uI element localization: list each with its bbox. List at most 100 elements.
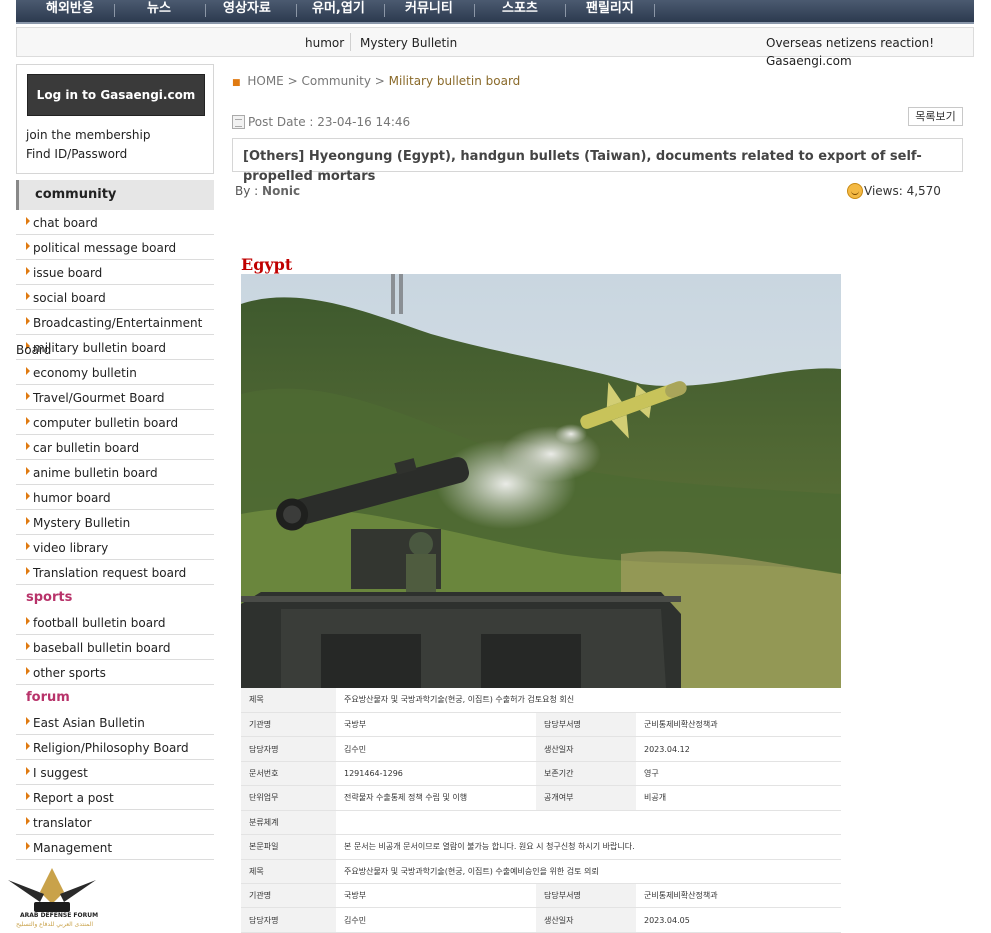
join-membership-link[interactable]: join the membership <box>26 128 150 142</box>
table-label-cell: 생산일자 <box>536 736 636 762</box>
sidebar-item-i-suggest[interactable]: I suggest <box>16 760 214 785</box>
find-id-password-link[interactable]: Find ID/Password <box>26 147 127 161</box>
view-count-text: Views: 4,570 <box>864 184 941 198</box>
logo-text: ARAB DEFENSE FORUM <box>20 912 99 919</box>
top-nav-bar: 해외반응 뉴스 영상자료 유머,엽기 커뮤니티 스포츠 팬릴리지 <box>16 0 974 24</box>
table-value-cell: 국방부 <box>336 883 536 909</box>
nav-separator <box>474 4 475 17</box>
sidebar-item-east-asian-bulletin[interactable]: East Asian Bulletin <box>16 710 214 735</box>
breadcrumb-bullet-icon: ■ <box>232 78 241 88</box>
sidebar-item-social-board[interactable]: social board <box>16 285 214 310</box>
table-value-cell: 2023.04.05 <box>636 907 841 933</box>
sidebar-item-translation-request-board[interactable]: Translation request board <box>16 560 214 585</box>
arab-defense-forum-logo: ARAB DEFENSE FORUM المنتدى العربي للدفاع… <box>4 862 100 932</box>
sub-nav-bar: humor Mystery Bulletin Overseas netizens… <box>16 27 974 68</box>
document-info-table: 제목 주요방산물자 및 국방과학기술(현궁, 이집트) 수출허가 검토요청 회신 기… <box>241 688 841 933</box>
post-title: [Others] Hyeongung (Egypt), handgun bull… <box>243 149 922 184</box>
sidebar-item-chat-board[interactable]: chat board <box>16 210 214 235</box>
table-row: 담당자명 김수민 생산일자 2023.04.12 <box>241 736 841 762</box>
table-row: 기관명 국방부 담당부서명 군비통제비확산정책과 <box>241 883 841 909</box>
table-row: 담당자명 김수민 생산일자 2023.04.05 <box>241 907 841 933</box>
table-label-cell: 생산일자 <box>536 907 636 933</box>
subnav-link-mystery[interactable]: Mystery Bulletin <box>360 36 457 50</box>
table-label-cell: 제목 <box>241 688 336 713</box>
sidebar-item-baseball-bulletin-board[interactable]: baseball bulletin board <box>16 635 214 660</box>
nav-item-fan-village[interactable]: 팬릴리지 <box>586 0 634 18</box>
nav-item-video[interactable]: 영상자료 <box>223 0 271 18</box>
sidebar-section-sports: sports <box>26 590 73 605</box>
nav-separator <box>114 4 115 17</box>
sidebar-item-car-bulletin-board[interactable]: car bulletin board <box>16 435 214 460</box>
nav-item-sports[interactable]: 스포츠 <box>502 0 538 18</box>
table-value-cell: 김수민 <box>336 907 536 933</box>
nav-separator <box>205 4 206 17</box>
sidebar-item-anime-bulletin-board[interactable]: anime bulletin board <box>16 460 214 485</box>
login-box: Log in to Gasaengi.com join the membersh… <box>16 64 214 174</box>
nav-separator <box>565 4 566 17</box>
sidebar-item-management[interactable]: Management <box>16 835 214 860</box>
sidebar-item-travel-gourmet-board[interactable]: Travel/Gourmet Board <box>16 385 214 410</box>
subnav-site-name: Gasaengi.com <box>766 54 852 68</box>
table-value-cell: 군비통제비확산정책과 <box>636 712 841 738</box>
sidebar-item-issue-board[interactable]: issue board <box>16 260 214 285</box>
nav-item-humor[interactable]: 유머,엽기 <box>312 0 365 18</box>
nav-item-news[interactable]: 뉴스 <box>147 0 171 18</box>
table-value-cell: 김수민 <box>336 736 536 762</box>
breadcrumb-separator: > <box>374 74 385 88</box>
table-value-cell: 주요방산물자 및 국방과학기술(현궁, 이집트) 수출예비승인을 위한 검토 의… <box>336 859 841 885</box>
subnav-link-humor[interactable]: humor <box>305 36 344 50</box>
sidebar-item-economy-bulletin[interactable]: economy bulletin <box>16 360 214 385</box>
table-row: 본문파일 본 문서는 비공개 문서이므로 열람이 불가능 합니다. 원요 시 청구… <box>241 834 841 860</box>
table-label-cell: 기관명 <box>241 712 336 738</box>
sidebar-item-computer-bulletin-board[interactable]: computer bulletin board <box>16 410 214 435</box>
breadcrumb-community[interactable]: Community <box>301 74 370 88</box>
subnav-link-overseas[interactable]: Overseas netizens reaction! <box>766 36 934 50</box>
smiley-icon <box>847 183 863 199</box>
breadcrumb-current[interactable]: Military bulletin board <box>389 74 521 88</box>
sidebar-overlap-text: Board <box>16 343 52 357</box>
missile-launch-illustration <box>241 274 841 688</box>
breadcrumb-separator: > <box>287 74 298 88</box>
post-date: Post Date : 23-04-16 14:46 <box>232 115 410 129</box>
logo-arabic-text: المنتدى العربي للدفاع والتسليح <box>16 921 93 928</box>
table-label-cell: 단위업무 <box>241 785 336 811</box>
table-label-cell: 담당자명 <box>241 736 336 762</box>
sidebar-item-report-a-post[interactable]: Report a post <box>16 785 214 810</box>
login-button[interactable]: Log in to Gasaengi.com <box>27 74 205 116</box>
table-label-cell: 문서번호 <box>241 761 336 787</box>
table-value-cell: 국방부 <box>336 712 536 738</box>
sidebar-item-video-library[interactable]: video library <box>16 535 214 560</box>
table-value-cell: 주요방산물자 및 국방과학기술(현궁, 이집트) 수출허가 검토요청 회신 <box>336 688 841 713</box>
table-row: 문서번호 1291464-1296 보존기간 영구 <box>241 761 841 787</box>
sidebar-item-political-message-board[interactable]: political message board <box>16 235 214 260</box>
table-label-cell: 기관명 <box>241 883 336 909</box>
table-row: 제목 주요방산물자 및 국방과학기술(현궁, 이집트) 수출허가 검토요청 회신 <box>241 688 841 713</box>
document-icon <box>232 115 245 129</box>
table-label-cell: 담당부서명 <box>536 883 636 909</box>
table-value-cell: 비공개 <box>636 785 841 811</box>
table-label-cell: 분류체계 <box>241 810 336 836</box>
sidebar-item-religion-philosophy-board[interactable]: Religion/Philosophy Board <box>16 735 214 760</box>
nav-item-community[interactable]: 커뮤니티 <box>405 0 453 18</box>
sidebar-section-forum: forum <box>26 690 70 705</box>
sidebar-item-other-sports[interactable]: other sports <box>16 660 214 685</box>
table-value-cell <box>336 810 841 836</box>
sidebar-item-translator[interactable]: translator <box>16 810 214 835</box>
table-label-cell: 담당자명 <box>241 907 336 933</box>
table-value-cell: 1291464-1296 <box>336 761 536 787</box>
post-title-box: [Others] Hyeongung (Egypt), handgun bull… <box>232 138 963 184</box>
sidebar-item-broadcasting-entertainment[interactable]: Broadcasting/Entertainment <box>16 310 214 335</box>
view-count: Views: 4,570 <box>847 183 941 199</box>
table-row: 분류체계 <box>241 810 841 836</box>
table-label-cell: 제목 <box>241 859 336 885</box>
sidebar-item-mystery-bulletin[interactable]: Mystery Bulletin <box>16 510 214 535</box>
nav-item-overseas-reaction[interactable]: 해외반응 <box>46 0 94 18</box>
sidebar-item-football-bulletin-board[interactable]: football bulletin board <box>16 610 214 635</box>
breadcrumb: ■ HOME > Community > Military bulletin b… <box>232 74 520 88</box>
nav-separator <box>654 4 655 17</box>
subnav-separator <box>350 33 351 51</box>
breadcrumb-home[interactable]: HOME <box>247 74 283 88</box>
sidebar-item-humor-board[interactable]: humor board <box>16 485 214 510</box>
list-view-button[interactable]: 목록보기 <box>908 107 963 126</box>
author-link[interactable]: Nonic <box>262 184 300 198</box>
